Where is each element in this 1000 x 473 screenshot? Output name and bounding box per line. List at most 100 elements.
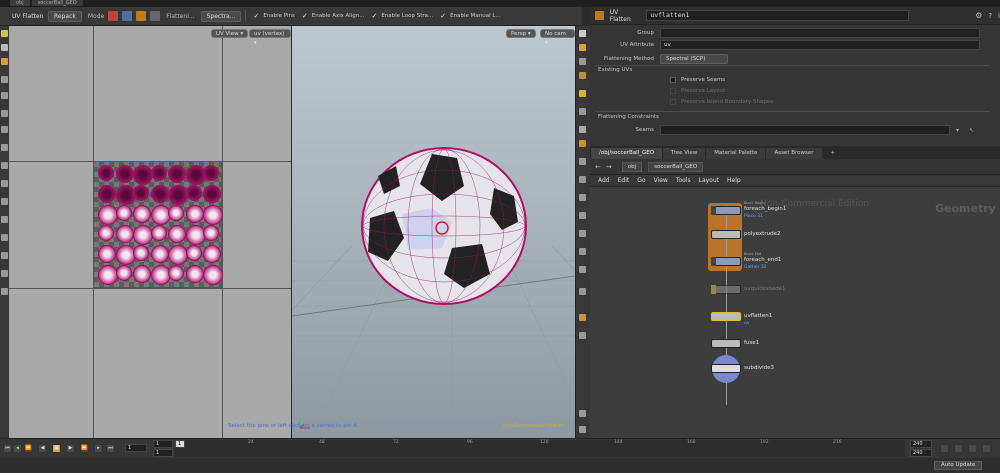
key-icon[interactable] <box>940 444 949 453</box>
arrow-icon[interactable] <box>1 216 8 223</box>
enable-pins-toggle[interactable]: ✓ Enable Pins <box>253 12 294 20</box>
tab-asset-browser[interactable]: Asset Browser <box>766 148 822 159</box>
auto-update-button[interactable]: Auto Update <box>934 461 983 470</box>
mode-pins-icon[interactable] <box>136 11 147 21</box>
preserve-island-boundary-checkbox[interactable]: Preserve Island Boundary Shapes <box>670 99 773 105</box>
node-subdivide[interactable] <box>711 364 741 373</box>
arrow-icon[interactable] <box>1 92 8 99</box>
node-name-field[interactable]: uvflatten1 <box>646 10 910 21</box>
camera-menu[interactable]: No cam ▾ <box>540 29 575 46</box>
lighting-icon[interactable] <box>579 72 586 79</box>
lock-camera-icon[interactable] <box>579 44 586 51</box>
menu-help[interactable]: Help <box>727 177 741 184</box>
arrow-icon[interactable] <box>1 76 8 83</box>
uv-attribute-menu[interactable]: uv (vertex) ▾ <box>249 29 291 46</box>
help-icon[interactable]: ? <box>988 12 992 20</box>
frame-field[interactable]: 1 <box>125 444 147 452</box>
back-arrow-icon[interactable]: ← <box>595 163 601 171</box>
start-frame-field[interactable]: 1 <box>153 440 173 448</box>
tab-network[interactable]: /obj/soccerBall_GEO <box>591 148 663 159</box>
path-geo[interactable]: soccerBall_GEO <box>648 161 704 172</box>
arrow-icon[interactable] <box>1 198 8 205</box>
menu-view[interactable]: View <box>654 177 668 184</box>
top-tab-geo[interactable]: soccerBall_GEO <box>31 0 83 6</box>
range-end-field[interactable]: 240 <box>910 449 932 457</box>
step-forward-icon[interactable]: ▸ <box>94 444 103 453</box>
next-key-icon[interactable]: ⏩ <box>80 444 89 453</box>
arrow-icon[interactable] <box>1 288 8 295</box>
scene-viewport[interactable]: Persp ▾ No cam ▾ <box>292 26 575 438</box>
realtime-icon[interactable] <box>954 444 963 453</box>
preserve-layout-checkbox[interactable]: Preserve Layout <box>670 88 725 94</box>
audio-icon[interactable] <box>968 444 977 453</box>
sun-icon[interactable] <box>1 58 8 65</box>
current-frame-marker[interactable]: 1 <box>175 440 185 448</box>
perspective-menu[interactable]: Persp ▾ <box>506 29 536 38</box>
end-frame-field[interactable]: 240 <box>910 440 932 448</box>
arrow-icon[interactable] <box>1 234 8 241</box>
tab-tree-view[interactable]: Tree View <box>663 148 706 159</box>
light-bulb-icon[interactable] <box>579 90 586 97</box>
display-options-icon[interactable] <box>579 30 586 37</box>
uv-attribute-field[interactable]: uv <box>660 40 980 50</box>
forward-arrow-icon[interactable]: → <box>606 163 612 171</box>
play-icon[interactable]: ▶ <box>66 444 75 453</box>
snap-icon[interactable] <box>579 314 586 321</box>
menu-layout[interactable]: Layout <box>699 177 719 184</box>
grid-icon[interactable] <box>579 140 586 147</box>
point-display-icon[interactable] <box>579 158 586 165</box>
menu-go[interactable]: Go <box>637 177 645 184</box>
prev-key-icon[interactable]: ⏪ <box>24 444 33 453</box>
arrow-icon[interactable] <box>1 126 8 133</box>
view-icon[interactable] <box>579 410 586 417</box>
arrow-icon[interactable] <box>1 110 8 117</box>
light-icon[interactable] <box>579 126 586 133</box>
node-fuse[interactable] <box>711 339 741 348</box>
node-polyextrude[interactable] <box>711 230 741 239</box>
step-back-icon[interactable]: ◂ <box>13 444 22 453</box>
view-icon[interactable] <box>579 426 586 433</box>
goto-end-icon[interactable]: ⏭ <box>106 444 115 453</box>
arrow-icon[interactable] <box>1 144 8 151</box>
top-tab-obj[interactable]: obj <box>10 0 30 6</box>
mode-islands-icon[interactable] <box>108 11 119 21</box>
seams-field[interactable] <box>660 125 950 135</box>
enable-loop-straighten-toggle[interactable]: ✓ Enable Loop Stra... <box>371 12 433 20</box>
uv-view-menu[interactable]: UV View ▾ <box>211 29 249 38</box>
uv-display-icon[interactable] <box>579 248 586 255</box>
node-foreach-end[interactable] <box>711 257 741 266</box>
tab-material-palette[interactable]: Material Palette <box>706 148 766 159</box>
settings-icon[interactable] <box>982 444 991 453</box>
select-tool-icon[interactable] <box>1 30 8 37</box>
node-foreach-begin[interactable] <box>711 206 741 215</box>
ghost-icon[interactable] <box>579 58 586 65</box>
menu-add[interactable]: Add <box>598 177 610 184</box>
range-start-field[interactable]: 1 <box>153 449 173 457</box>
camera-display-icon[interactable] <box>579 266 586 273</box>
enable-manual-layout-toggle[interactable]: ✓ Enable Manual L... <box>440 12 500 20</box>
add-tab-button[interactable]: + <box>823 148 844 159</box>
arrow-icon[interactable] <box>1 162 8 169</box>
goto-start-icon[interactable]: ⏮ <box>3 444 12 453</box>
prim-display-icon[interactable] <box>579 212 586 219</box>
select-arrow-icon[interactable]: ↖ <box>969 127 974 134</box>
node-uvflatten[interactable] <box>711 312 741 321</box>
light-icon[interactable] <box>579 108 586 115</box>
arrow-icon[interactable] <box>1 252 8 259</box>
menu-edit[interactable]: Edit <box>618 177 630 184</box>
gear-icon[interactable]: ⚙ <box>975 11 982 20</box>
mode-seams-icon[interactable] <box>122 11 133 21</box>
arrow-icon[interactable] <box>1 270 8 277</box>
play-reverse-icon[interactable]: ◀ <box>38 444 47 453</box>
edge-display-icon[interactable] <box>579 230 586 237</box>
timeline-track[interactable]: 1 24 48 72 96 120 144 168 192 216 <box>175 440 905 457</box>
dropdown-arrow-icon[interactable]: ▾ <box>956 127 959 134</box>
mode-select-icon[interactable] <box>150 11 161 21</box>
dot-display-icon[interactable] <box>579 288 586 295</box>
path-obj[interactable]: obj <box>621 161 643 172</box>
preserve-seams-checkbox[interactable]: Preserve Seams <box>670 77 725 83</box>
network-canvas[interactable]: Non-Commercial Edition Geometry Block Be… <box>590 187 1000 438</box>
repack-button[interactable]: Repack <box>48 10 82 22</box>
handle-icon[interactable] <box>579 332 586 339</box>
menu-tools[interactable]: Tools <box>676 177 691 184</box>
